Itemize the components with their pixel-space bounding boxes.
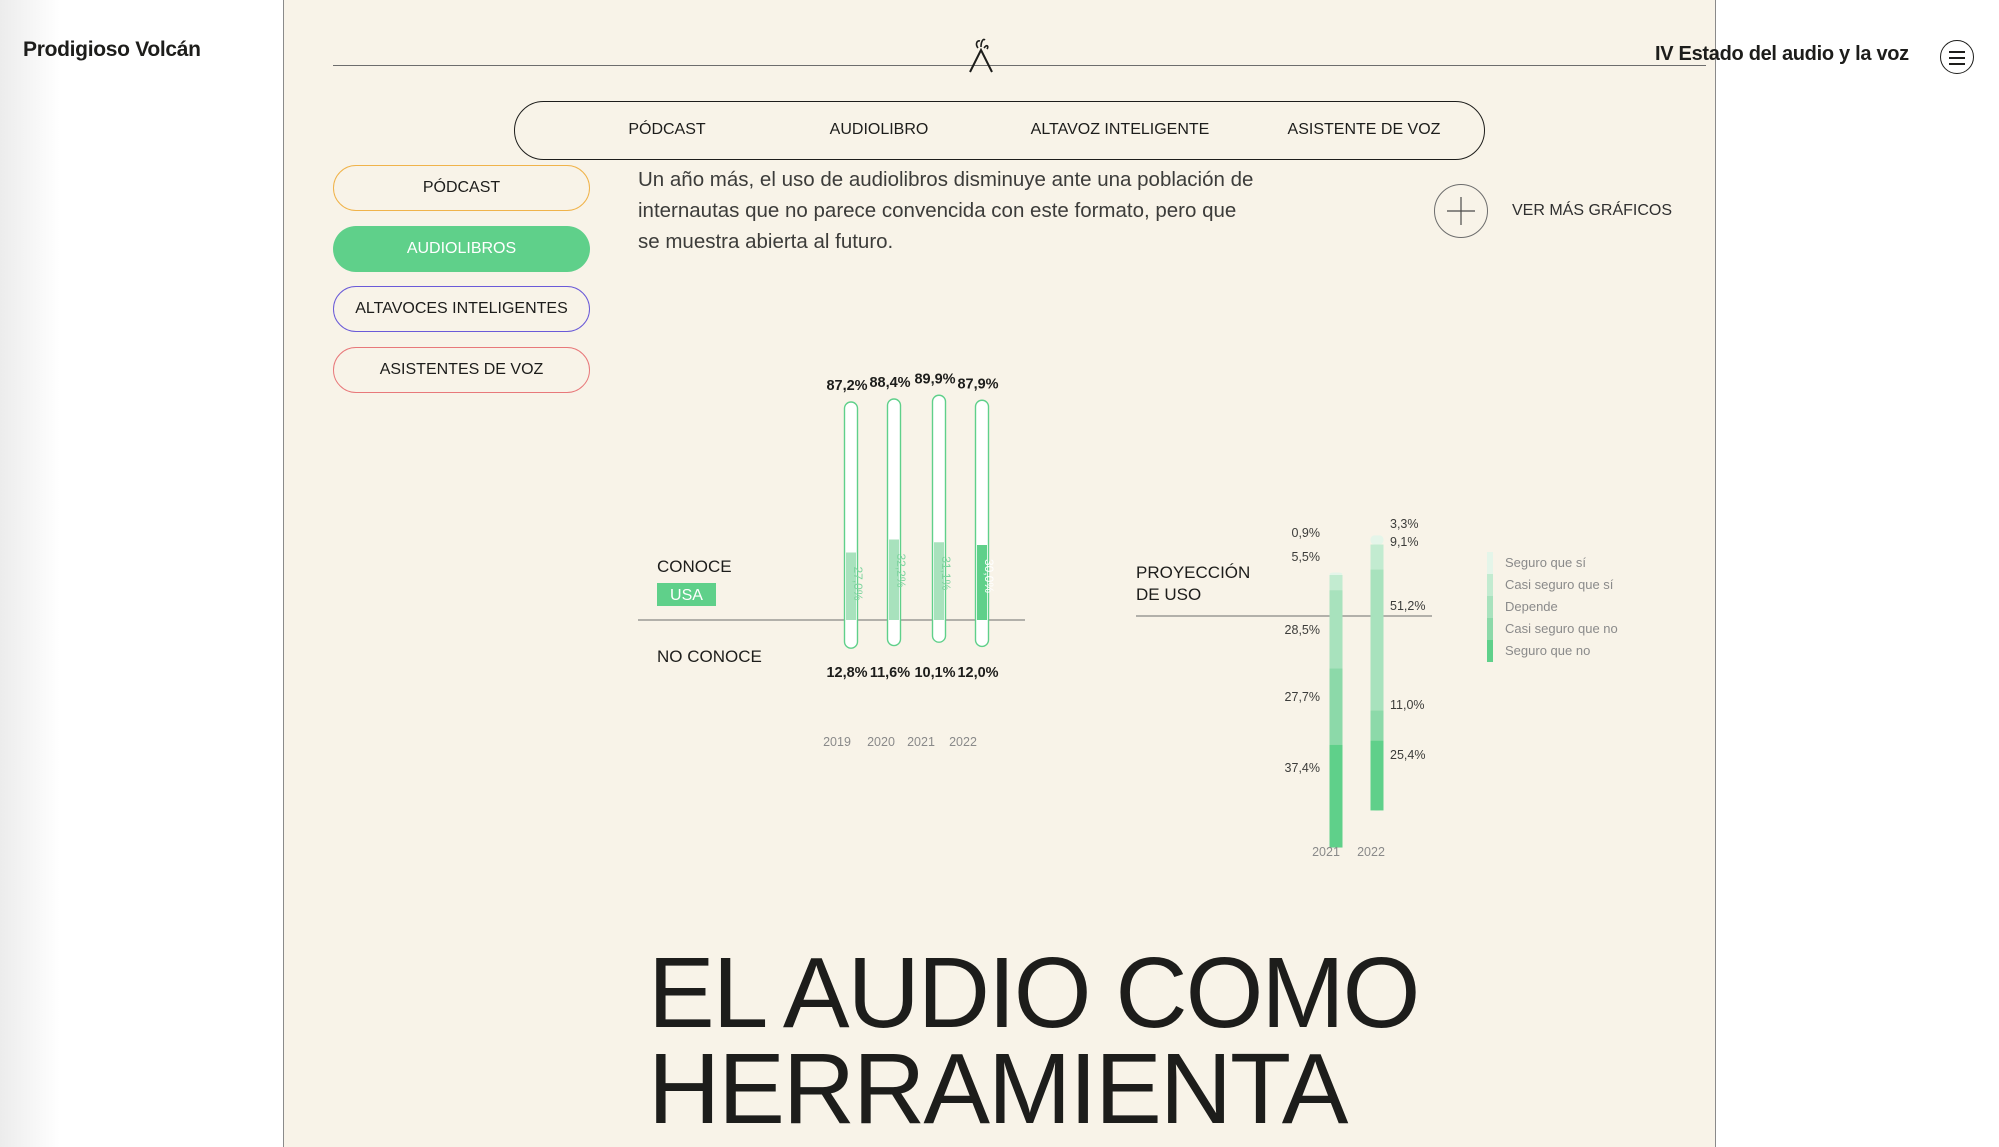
report-title[interactable]: IV Estado del audio y la voz: [1655, 43, 1909, 66]
tab-altavoz-inteligente[interactable]: ALTAVOZ INTELIGENTE: [1005, 121, 1235, 139]
projection-2021-value: 28,5%: [1285, 623, 1320, 637]
projection-segment: [1329, 575, 1343, 591]
projection-segment: [1370, 535, 1384, 545]
section-headline: EL AUDIO COMO HERRAMIENTA: [648, 937, 1420, 1145]
projection-2022-value: 3,3%: [1390, 517, 1419, 531]
projection-2021-value: 5,5%: [1292, 550, 1321, 564]
filter-podcast-button[interactable]: PÓDCAST: [333, 165, 590, 211]
usage-value-label: 27,0%: [851, 567, 865, 601]
more-charts-link[interactable]: VER MÁS GRÁFICOS: [1512, 202, 1672, 220]
projection-segment: [1329, 590, 1343, 669]
usage-value-label: 32,2%: [894, 554, 908, 588]
awareness-value-label: 87,9%: [957, 376, 998, 392]
projection-2022-value: 11,0%: [1390, 698, 1425, 712]
year-tick-label: 2022: [949, 735, 977, 749]
header-divider: [333, 65, 1706, 66]
projection-2022-value: 25,4%: [1390, 748, 1425, 762]
projection-segment: [1370, 544, 1384, 570]
year-tick-label: 2020: [867, 735, 895, 749]
projection-chart: PROYECCIÓN DE USO 2021 2022 0,9% 3,3% 5,5% 9,1%…: [1136, 517, 1618, 859]
projection-year-label: 2021: [1312, 845, 1340, 859]
projection-segment: [1329, 744, 1343, 848]
section-tab-bar: PÓDCAST AUDIOLIBRO ALTAVOZ INTELIGENTE A…: [514, 101, 1485, 160]
legend-swatch: [1487, 552, 1493, 574]
projection-bar-cap: [1370, 802, 1384, 811]
plus-icon[interactable]: [1434, 184, 1488, 238]
legend-label: Seguro que sí: [1505, 555, 1586, 570]
legend-label: Casi seguro que sí: [1505, 577, 1614, 592]
projection-segment: [1370, 710, 1384, 741]
projection-segment: [1370, 740, 1384, 811]
tab-audiolibro[interactable]: AUDIOLIBRO: [764, 121, 994, 139]
awareness-value-label: 87,2%: [826, 378, 867, 394]
legend-label: Casi seguro que no: [1505, 621, 1618, 636]
awareness-usage-chart: CONOCE USA NO CONOCE 87,2% 12,8% 27,0% 2019 88,…: [638, 371, 1025, 749]
no-awareness-value-label: 11,6%: [870, 665, 910, 681]
volcano-logo-icon[interactable]: [965, 34, 997, 74]
legend-swatch: [1487, 618, 1493, 640]
projection-title-line-1: PROYECCIÓN: [1136, 563, 1250, 582]
no-conoce-label: NO CONOCE: [657, 647, 762, 666]
headline-line-2: HERRAMIENTA: [648, 1033, 1348, 1145]
hamburger-menu-icon[interactable]: [1940, 40, 1974, 74]
no-awareness-value-label: 10,1%: [914, 665, 955, 681]
projection-2021-value: 0,9%: [1292, 526, 1321, 540]
tab-podcast[interactable]: PÓDCAST: [552, 121, 782, 139]
no-awareness-value-label: 12,0%: [957, 665, 998, 681]
intro-paragraph: Un año más, el uso de audiolibros dismin…: [638, 168, 1254, 253]
legend-swatch: [1487, 640, 1493, 662]
headline-line-1: EL AUDIO COMO: [648, 937, 1420, 1049]
usage-value-label: 31,1%: [939, 556, 953, 590]
projection-2022-value: 51,2%: [1390, 599, 1425, 613]
projection-segment: [1329, 668, 1343, 745]
usage-value-label: 30,0%: [982, 559, 996, 593]
projection-2021-value: 37,4%: [1285, 761, 1320, 775]
year-tick-label: 2019: [823, 735, 851, 749]
projection-2021-value: 27,7%: [1285, 690, 1320, 704]
legend-label: Depende: [1505, 599, 1558, 614]
tab-asistente-de-voz[interactable]: ASISTENTE DE VOZ: [1249, 121, 1479, 139]
legend-label: Seguro que no: [1505, 643, 1590, 658]
brand-logo-text[interactable]: Prodigioso Volcán: [23, 38, 201, 62]
awareness-value-label: 89,9%: [914, 371, 955, 387]
projection-year-label: 2022: [1357, 845, 1385, 859]
projection-title-line-2: DE USO: [1136, 585, 1201, 604]
conoce-label: CONOCE: [657, 557, 732, 576]
awareness-value-label: 88,4%: [869, 375, 910, 391]
legend-swatch: [1487, 596, 1493, 618]
projection-2022-value: 9,1%: [1390, 535, 1419, 549]
no-awareness-value-label: 12,8%: [826, 665, 867, 681]
filter-audiolibros-button[interactable]: AUDIOLIBROS: [333, 226, 590, 272]
filter-altavoces-button[interactable]: ALTAVOCES INTELIGENTES: [333, 286, 590, 332]
filter-asistentes-button[interactable]: ASISTENTES DE VOZ: [333, 347, 590, 393]
year-tick-label: 2021: [907, 735, 935, 749]
page-edge-shadow: [0, 0, 60, 1147]
projection-segment: [1370, 569, 1384, 711]
usa-label: USA: [670, 587, 703, 604]
legend-swatch: [1487, 574, 1493, 596]
